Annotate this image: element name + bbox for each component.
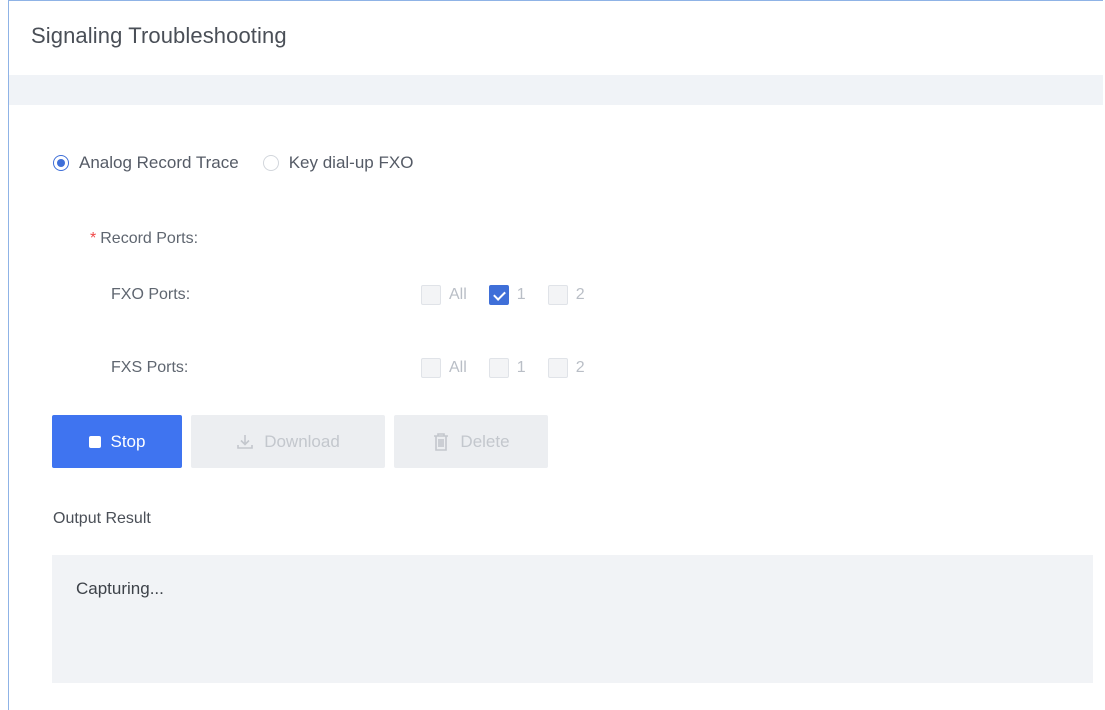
radio-key-dial-up-fxo[interactable]: Key dial-up FXO — [262, 153, 414, 173]
radio-label: Key dial-up FXO — [288, 153, 414, 172]
fxo-checkbox-1[interactable]: 1 — [488, 285, 526, 305]
radio-analog-record-trace[interactable]: Analog Record Trace — [53, 153, 239, 173]
fxs-ports-row: FXS Ports: All 1 2 — [111, 358, 607, 378]
delete-button[interactable]: Delete — [394, 415, 548, 468]
output-result-box: Capturing... — [52, 555, 1093, 683]
page-title: Signaling Troubleshooting — [31, 23, 287, 48]
stop-icon — [88, 435, 101, 448]
mode-radio-group: Analog Record Trace Key dial-up FXO — [53, 153, 437, 173]
fxs-ports-label: FXS Ports: — [111, 359, 189, 376]
fxo-ports-row: FXO Ports: All 1 2 — [111, 285, 607, 305]
fxo-checkbox-2[interactable]: 2 — [547, 285, 585, 305]
checkbox-checked-icon — [488, 285, 509, 305]
radio-label: Analog Record Trace — [79, 153, 239, 172]
signaling-troubleshooting-panel: Signaling Troubleshooting Analog Record … — [8, 0, 1103, 710]
checkbox-icon — [547, 285, 568, 305]
checkbox-icon — [547, 358, 568, 378]
radio-checked-icon — [53, 155, 69, 171]
fxo-checkbox-all[interactable]: All — [421, 285, 467, 305]
output-result-label: Output Result — [53, 510, 151, 527]
checkbox-icon — [421, 358, 441, 378]
header-divider — [9, 75, 1103, 105]
download-icon — [236, 433, 254, 451]
fxs-checkbox-all[interactable]: All — [421, 358, 467, 378]
checkbox-icon — [421, 285, 441, 305]
fxs-checkbox-1[interactable]: 1 — [488, 358, 526, 378]
stop-button[interactable]: Stop — [52, 415, 182, 468]
checkbox-icon — [488, 358, 509, 378]
fxo-ports-label: FXO Ports: — [111, 286, 191, 303]
download-button[interactable]: Download — [191, 415, 385, 468]
required-mark: * — [90, 230, 97, 247]
trash-icon — [432, 432, 450, 452]
output-text: Capturing... — [76, 579, 164, 598]
action-buttons: Stop Download Delete — [52, 415, 557, 468]
fxs-checkbox-2[interactable]: 2 — [547, 358, 585, 378]
radio-unchecked-icon — [262, 155, 279, 171]
record-ports-label: * Record Ports: — [90, 230, 199, 247]
